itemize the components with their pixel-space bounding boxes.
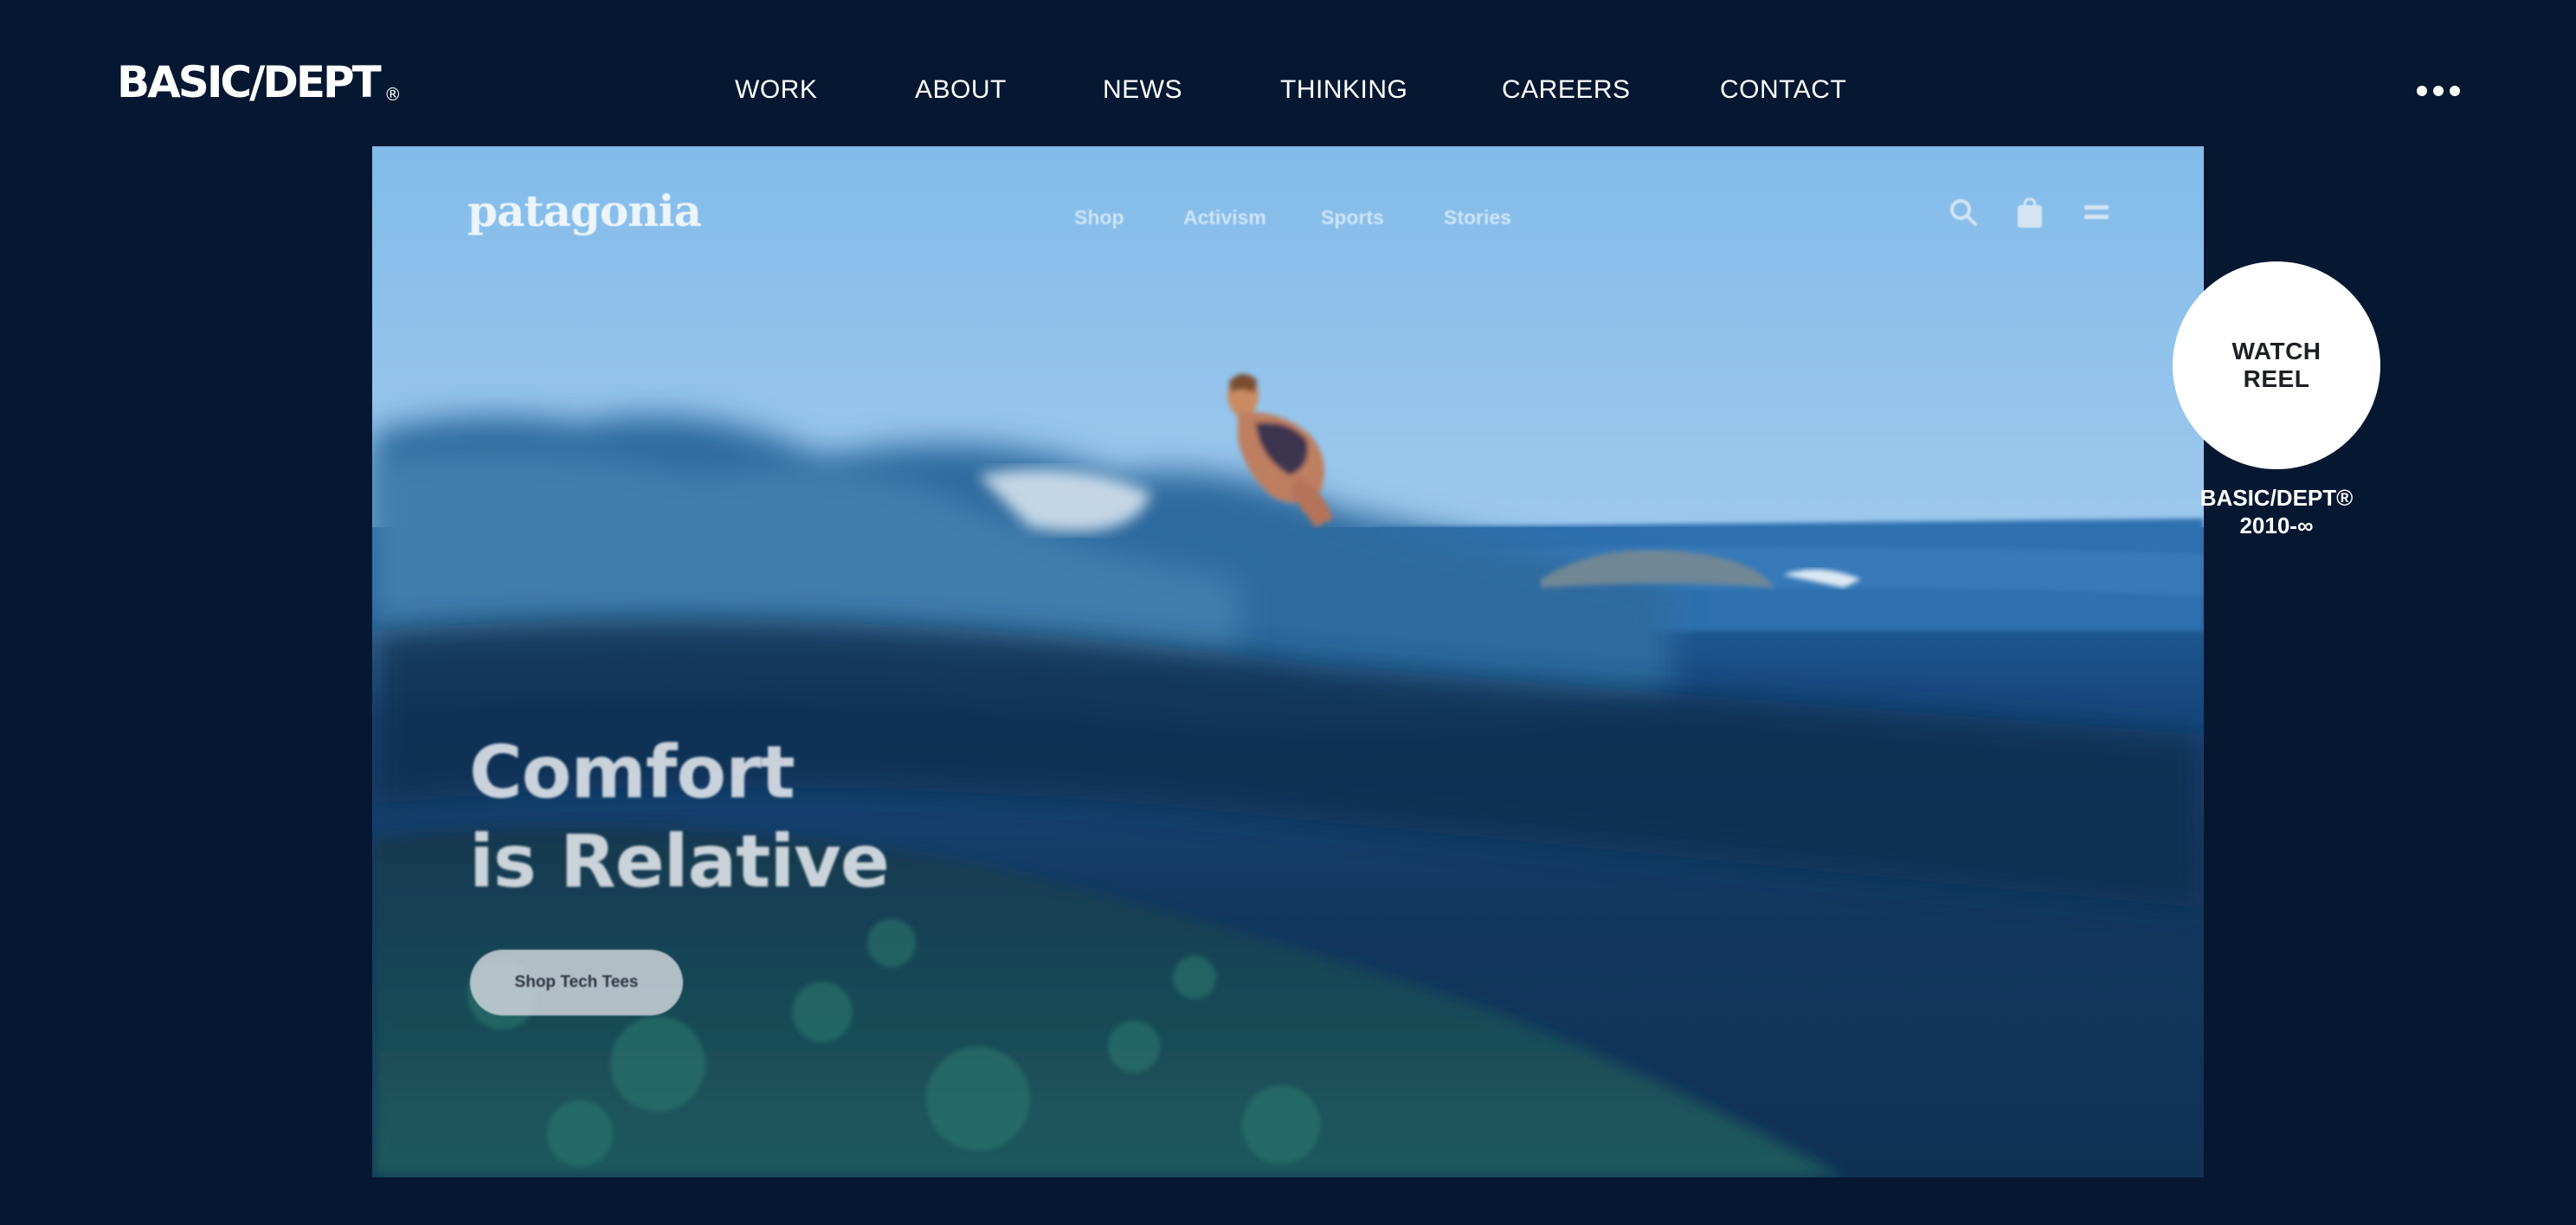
main-nav: WORK ABOUT NEWS THINKING CAREERS CONTACT [0, 73, 2576, 107]
shop-tech-tees-button[interactable]: Shop Tech Tees [470, 950, 683, 1015]
ocean-surfer-image [372, 146, 2204, 1177]
reel-caption-brand: BASIC/DEPT® [2199, 485, 2354, 511]
patagonia-nav: Shop Activism Sports Stories [372, 204, 2204, 230]
dot [2450, 86, 2460, 96]
search-icon[interactable] [1948, 197, 1979, 228]
patagonia-nav-sports[interactable]: Sports [1321, 204, 1384, 230]
reel-caption-years: 2010-∞ [2239, 513, 2314, 538]
watch-reel-button[interactable]: WATCH REEL [2173, 261, 2380, 469]
nav-contact[interactable]: CONTACT [1720, 73, 1846, 107]
shopping-bag-icon[interactable] [2015, 197, 2045, 229]
reel-label-line-2: REEL [2243, 365, 2310, 392]
hero-headline: Comfort is Relative [469, 728, 890, 906]
featured-work-hero[interactable]: patagonia Shop Activism Sports Stories C… [372, 146, 2204, 1177]
page: BASIC/DEPT ® WORK ABOUT NEWS THINKING CAR… [0, 0, 2576, 1225]
nav-thinking[interactable]: THINKING [1280, 73, 1407, 107]
headline-line-1: Comfort [469, 730, 795, 815]
headline-line-2: is Relative [469, 819, 890, 904]
reel-caption: BASIC/DEPT® 2010-∞ [2181, 484, 2372, 539]
nav-work[interactable]: WORK [735, 73, 817, 107]
reel-label-line-1: WATCH [2231, 338, 2322, 364]
nav-careers[interactable]: CAREERS [1502, 73, 1631, 107]
dot [2433, 86, 2444, 96]
nav-news[interactable]: NEWS [1103, 73, 1182, 107]
patagonia-nav-shop[interactable]: Shop [1074, 204, 1124, 230]
patagonia-nav-activism[interactable]: Activism [1183, 204, 1266, 230]
patagonia-nav-stories[interactable]: Stories [1444, 204, 1511, 230]
more-dots-icon[interactable] [2417, 81, 2460, 100]
dot [2417, 86, 2427, 96]
nav-about[interactable]: ABOUT [915, 73, 1007, 107]
menu-icon[interactable] [2083, 202, 2110, 224]
